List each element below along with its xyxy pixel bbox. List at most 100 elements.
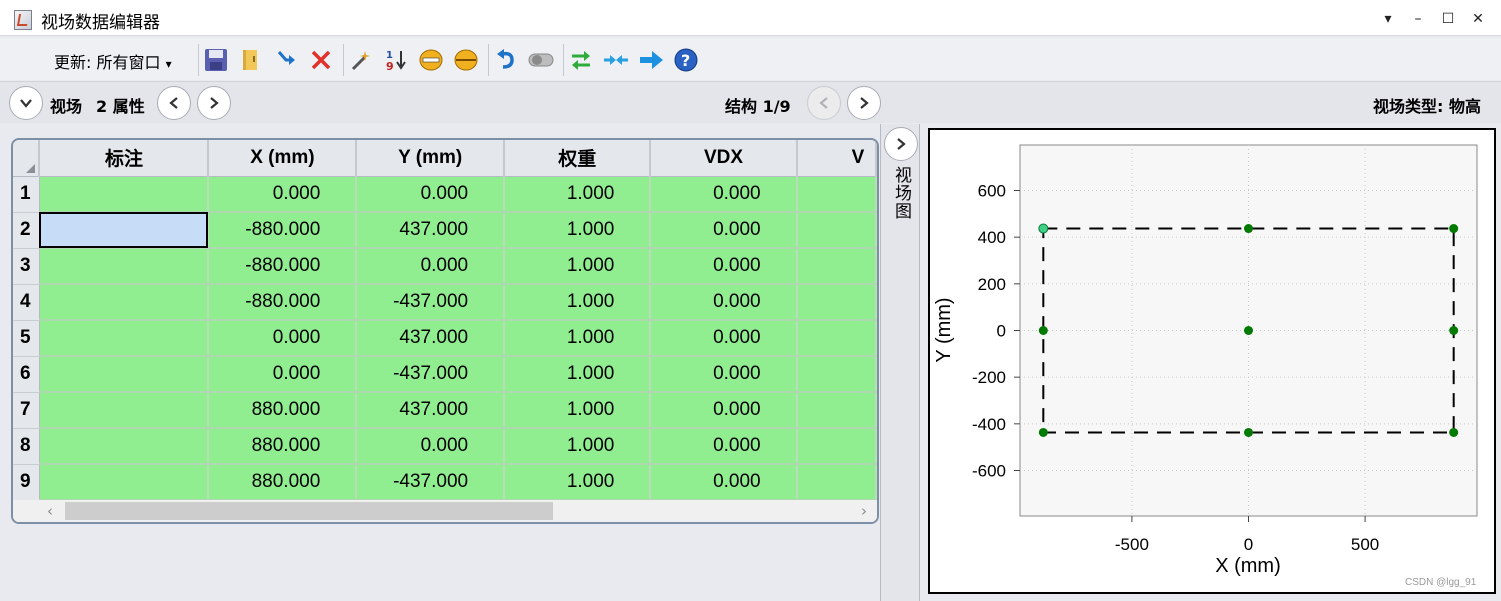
x-cell[interactable]: 880.000 — [208, 464, 358, 500]
x-cell[interactable]: 0.000 — [208, 320, 358, 357]
vdx-cell[interactable]: 0.000 — [650, 176, 798, 213]
x-cell[interactable]: 0.000 — [208, 356, 358, 393]
vdx-cell[interactable]: 0.000 — [650, 464, 798, 500]
weight-cell[interactable]: 1.000 — [504, 356, 652, 393]
label-cell[interactable] — [39, 176, 210, 213]
vdx-cell[interactable]: 0.000 — [650, 248, 798, 285]
row-number[interactable]: 5 — [13, 320, 40, 357]
label-cell[interactable] — [39, 248, 210, 285]
vdx-cell[interactable]: 0.000 — [650, 428, 798, 465]
row-number[interactable]: 1 — [13, 176, 40, 213]
vdx-cell[interactable]: 0.000 — [650, 284, 798, 321]
vdy-cell[interactable] — [796, 248, 877, 285]
maximize-button[interactable]: ☐ — [1437, 9, 1459, 29]
save-icon[interactable] — [203, 47, 229, 73]
toggle-icon[interactable] — [528, 47, 554, 73]
y-cell[interactable]: -437.000 — [356, 284, 506, 321]
column-header-label[interactable]: 标注 — [39, 140, 210, 177]
column-header-vdx[interactable]: VDX — [650, 140, 798, 177]
weight-cell[interactable]: 1.000 — [504, 212, 652, 249]
row-number[interactable]: 7 — [13, 392, 40, 429]
vdx-cell[interactable]: 0.000 — [650, 212, 798, 249]
row-number[interactable]: 8 — [13, 428, 40, 465]
vdx-cell[interactable]: 0.000 — [650, 392, 798, 429]
vdy-cell[interactable] — [796, 428, 877, 465]
weight-cell[interactable]: 1.000 — [504, 320, 652, 357]
weight-cell[interactable]: 1.000 — [504, 428, 652, 465]
open-book-icon[interactable] — [238, 47, 264, 73]
vdy-cell[interactable] — [796, 176, 877, 213]
magic-wand-icon[interactable] — [348, 47, 374, 73]
x-cell[interactable]: -880.000 — [208, 248, 358, 285]
select-all-corner[interactable] — [13, 140, 41, 177]
label-cell[interactable] — [39, 392, 210, 429]
y-cell[interactable]: 0.000 — [356, 248, 506, 285]
label-cell[interactable] — [39, 284, 210, 321]
sort-icon[interactable]: 19 — [383, 47, 409, 73]
row-number[interactable]: 9 — [13, 464, 40, 500]
undo-icon[interactable] — [493, 47, 519, 73]
y-cell[interactable]: -437.000 — [356, 464, 506, 500]
weight-cell[interactable]: 1.000 — [504, 284, 652, 321]
scroll-right-icon[interactable]: › — [861, 502, 867, 520]
y-cell[interactable]: 0.000 — [356, 176, 506, 213]
row-number[interactable]: 4 — [13, 284, 40, 321]
weight-cell[interactable]: 1.000 — [504, 392, 652, 429]
previous-structure-button[interactable] — [807, 86, 841, 120]
lens-icon[interactable] — [453, 47, 479, 73]
update-dropdown[interactable]: 更新: 所有窗口 ▾ — [54, 49, 172, 73]
weight-cell[interactable]: 1.000 — [504, 464, 652, 500]
insert-arrow-icon[interactable] — [273, 47, 299, 73]
y-cell[interactable]: 437.000 — [356, 392, 506, 429]
vdy-cell[interactable] — [796, 320, 877, 357]
previous-property-button[interactable] — [157, 86, 191, 120]
row-number[interactable]: 3 — [13, 248, 40, 285]
y-cell[interactable]: -437.000 — [356, 356, 506, 393]
collapse-button[interactable] — [9, 86, 43, 120]
column-header-x[interactable]: X (mm) — [208, 140, 358, 177]
next-structure-button[interactable] — [847, 86, 881, 120]
vdy-cell[interactable] — [796, 356, 877, 393]
label-cell[interactable] — [39, 320, 210, 357]
next-property-button[interactable] — [197, 86, 231, 120]
arrow-right-icon[interactable] — [638, 47, 664, 73]
help-icon[interactable]: ? — [673, 47, 699, 73]
y-cell[interactable]: 437.000 — [356, 320, 506, 357]
swap-arrows-icon[interactable] — [568, 47, 594, 73]
vdy-cell[interactable] — [796, 464, 877, 500]
horizontal-scrollbar[interactable]: ‹ › — [13, 500, 877, 522]
vdx-cell[interactable]: 0.000 — [650, 356, 798, 393]
close-button[interactable]: ✕ — [1467, 9, 1489, 29]
x-cell[interactable]: 880.000 — [208, 428, 358, 465]
vdy-cell[interactable] — [796, 284, 877, 321]
minimize-button[interactable]: – — [1407, 9, 1429, 29]
label-cell[interactable] — [39, 464, 210, 500]
x-cell[interactable]: 880.000 — [208, 392, 358, 429]
scrollbar-thumb[interactable] — [65, 502, 553, 520]
expand-panel-button[interactable] — [884, 127, 918, 161]
y-cell[interactable]: 0.000 — [356, 428, 506, 465]
label-cell[interactable] — [39, 356, 210, 393]
y-cell[interactable]: 437.000 — [356, 212, 506, 249]
column-header-y[interactable]: Y (mm) — [356, 140, 506, 177]
delete-icon[interactable] — [308, 47, 334, 73]
label-cell-selected[interactable] — [39, 212, 210, 249]
vdx-cell[interactable]: 0.000 — [650, 320, 798, 357]
lens-minus-icon[interactable] — [418, 47, 444, 73]
label-cell[interactable] — [39, 428, 210, 465]
column-header-vdy[interactable]: V — [796, 140, 877, 177]
weight-cell[interactable]: 1.000 — [504, 176, 652, 213]
column-header-weight[interactable]: 权重 — [504, 140, 652, 177]
scroll-left-icon[interactable]: ‹ — [47, 502, 53, 520]
window-menu-button[interactable]: ▾ — [1377, 9, 1399, 29]
vdy-cell[interactable] — [796, 212, 877, 249]
weight-cell[interactable]: 1.000 — [504, 248, 652, 285]
x-cell[interactable]: -880.000 — [208, 284, 358, 321]
row-number[interactable]: 6 — [13, 356, 40, 393]
x-cell[interactable]: 0.000 — [208, 176, 358, 213]
field-plot-tab-label[interactable]: 视场图 — [889, 166, 914, 220]
x-cell[interactable]: -880.000 — [208, 212, 358, 249]
merge-arrows-icon[interactable] — [603, 47, 629, 73]
vdy-cell[interactable] — [796, 392, 877, 429]
row-number[interactable]: 2 — [13, 212, 40, 249]
